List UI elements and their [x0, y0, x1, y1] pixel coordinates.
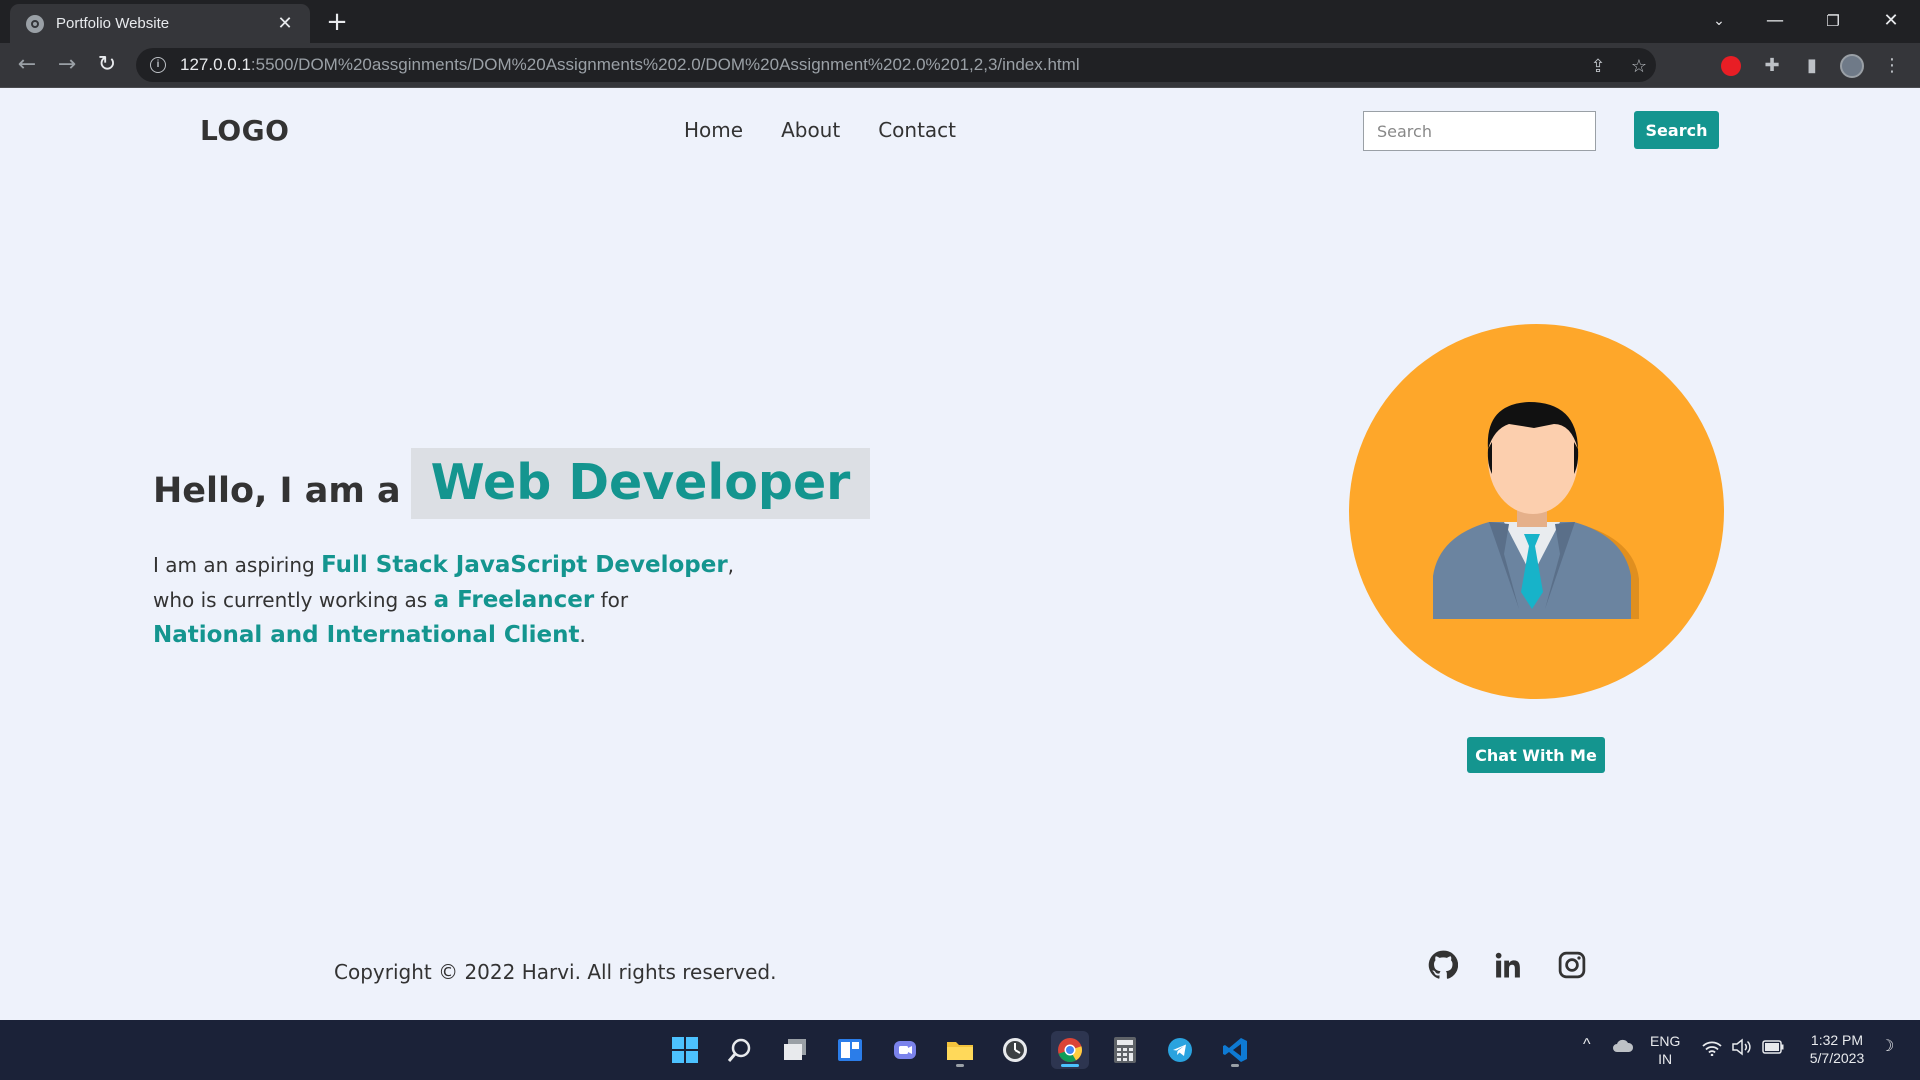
url-path: :5500/DOM%20assginments/DOM%20Assignment… [250, 55, 1080, 74]
focus-moon-icon[interactable]: ☽ [1880, 1038, 1894, 1056]
url-host: 127.0.0.1 [180, 55, 251, 74]
restore-button[interactable]: ❐ [1810, 6, 1856, 36]
reload-icon[interactable]: ↻ [92, 50, 122, 80]
hero-description: I am an aspiring Full Stack JavaScript D… [153, 548, 913, 653]
hero-line-1: I am an aspiring Full Stack JavaScript D… [153, 548, 913, 583]
calculator-icon[interactable] [1106, 1031, 1144, 1069]
globe-icon [26, 14, 44, 33]
hero-line-3: National and International Client. [153, 618, 913, 653]
share-icon[interactable]: ⇪ [1587, 56, 1609, 78]
region-code: IN [1658, 1051, 1673, 1067]
search-input[interactable] [1363, 111, 1596, 151]
hero-line-3-suffix: . [579, 623, 586, 647]
hero-line-1-suffix: , [727, 553, 735, 577]
extensions-puzzle-icon[interactable]: ✚ [1760, 54, 1784, 78]
url-text: 127.0.0.1:5500/DOM%20assginments/DOM%20A… [180, 55, 1080, 75]
search-icon[interactable] [721, 1031, 759, 1069]
side-panel-icon[interactable]: ▮ [1800, 54, 1824, 78]
profile-avatar[interactable] [1840, 54, 1864, 78]
hero-line-2-suffix: for [594, 588, 629, 612]
copyright-text: Copyright © 2022 Harvi. All rights reser… [334, 960, 777, 984]
taskbar-time: 1:32 PM [1810, 1032, 1864, 1048]
show-hidden-icons[interactable]: ^ [1583, 1036, 1591, 1054]
main-nav: Home About Contact [684, 118, 956, 142]
language-indicator[interactable]: ENG IN [1650, 1032, 1680, 1068]
minimize-button[interactable]: — [1752, 6, 1798, 36]
github-icon[interactable] [1426, 948, 1460, 982]
telegram-icon[interactable] [1161, 1031, 1199, 1069]
businessman-illustration [1433, 402, 1639, 619]
hero-highlight-freelancer: a Freelancer [433, 587, 595, 613]
taskbar-date: 5/7/2023 [1809, 1050, 1865, 1066]
search-button[interactable]: Search [1634, 111, 1719, 149]
task-view-icon[interactable] [776, 1031, 814, 1069]
tab-search-icon[interactable]: ⌄ [1696, 6, 1742, 36]
close-window-button[interactable]: ✕ [1868, 6, 1914, 36]
new-tab-button[interactable]: + [323, 8, 351, 36]
close-tab-icon[interactable]: ✕ [274, 13, 296, 34]
menu-icon[interactable]: ⋮ [1880, 54, 1904, 78]
widgets-icon[interactable] [831, 1031, 869, 1069]
hero-highlight-role: Full Stack JavaScript Developer [321, 552, 728, 578]
file-explorer-icon[interactable] [941, 1031, 979, 1069]
onedrive-icon[interactable] [1612, 1038, 1634, 1058]
address-bar[interactable]: i 127.0.0.1:5500/DOM%20assginments/DOM%2… [136, 48, 1656, 82]
extension-red-icon[interactable] [1719, 54, 1743, 78]
star-icon[interactable]: ☆ [1628, 56, 1650, 78]
clock-date[interactable]: 1:32 PM 5/7/2023 [1802, 1031, 1872, 1067]
hero-role: Web Developer [410, 448, 871, 519]
nav-contact[interactable]: Contact [878, 118, 956, 142]
hero-line-2-text: who is currently working as [153, 588, 434, 612]
linkedin-icon[interactable] [1491, 948, 1525, 982]
windows-taskbar: ^ ENG IN 1:32 PM 5/7/2023 ☽ [0, 1020, 1920, 1080]
chrome-icon[interactable] [1051, 1031, 1089, 1069]
portfolio-page: LOGO Home About Contact Search Hello, I … [0, 88, 1920, 1020]
hero-heading: Hello, I am a Web Developer [153, 448, 871, 519]
tab-title: Portfolio Website [56, 15, 170, 32]
browser-tab[interactable]: Portfolio Website ✕ [10, 4, 310, 43]
hero-line-1-text: I am an aspiring [153, 553, 322, 577]
nav-home[interactable]: Home [684, 118, 743, 142]
hero-highlight-clients: National and International Client [153, 622, 580, 648]
start-menu-icon[interactable] [666, 1031, 704, 1069]
back-icon[interactable]: ← [12, 50, 42, 80]
hero-greeting: Hello, I am a [153, 471, 401, 511]
hero-line-2: who is currently working as a Freelancer… [153, 583, 913, 618]
battery-icon[interactable] [1762, 1040, 1784, 1058]
teams-chat-icon[interactable] [886, 1031, 924, 1069]
wifi-icon[interactable] [1702, 1040, 1722, 1060]
vscode-icon[interactable] [1216, 1031, 1254, 1069]
nav-about[interactable]: About [781, 118, 840, 142]
volume-icon[interactable] [1731, 1038, 1751, 1060]
instagram-icon[interactable] [1555, 948, 1589, 982]
site-logo[interactable]: LOGO [200, 114, 289, 147]
forward-icon[interactable]: → [52, 50, 82, 80]
clock-app-icon[interactable] [996, 1031, 1034, 1069]
site-info-icon[interactable]: i [150, 57, 166, 73]
chat-with-me-button[interactable]: Chat With Me [1467, 737, 1605, 773]
browser-toolbar: ← → ↻ i 127.0.0.1:5500/DOM%20assginments… [0, 43, 1920, 88]
language-code: ENG [1650, 1033, 1681, 1049]
profile-avatar-image [1349, 324, 1724, 699]
browser-tab-bar: Portfolio Website ✕ + ⌄ — ❐ ✕ [0, 0, 1920, 43]
